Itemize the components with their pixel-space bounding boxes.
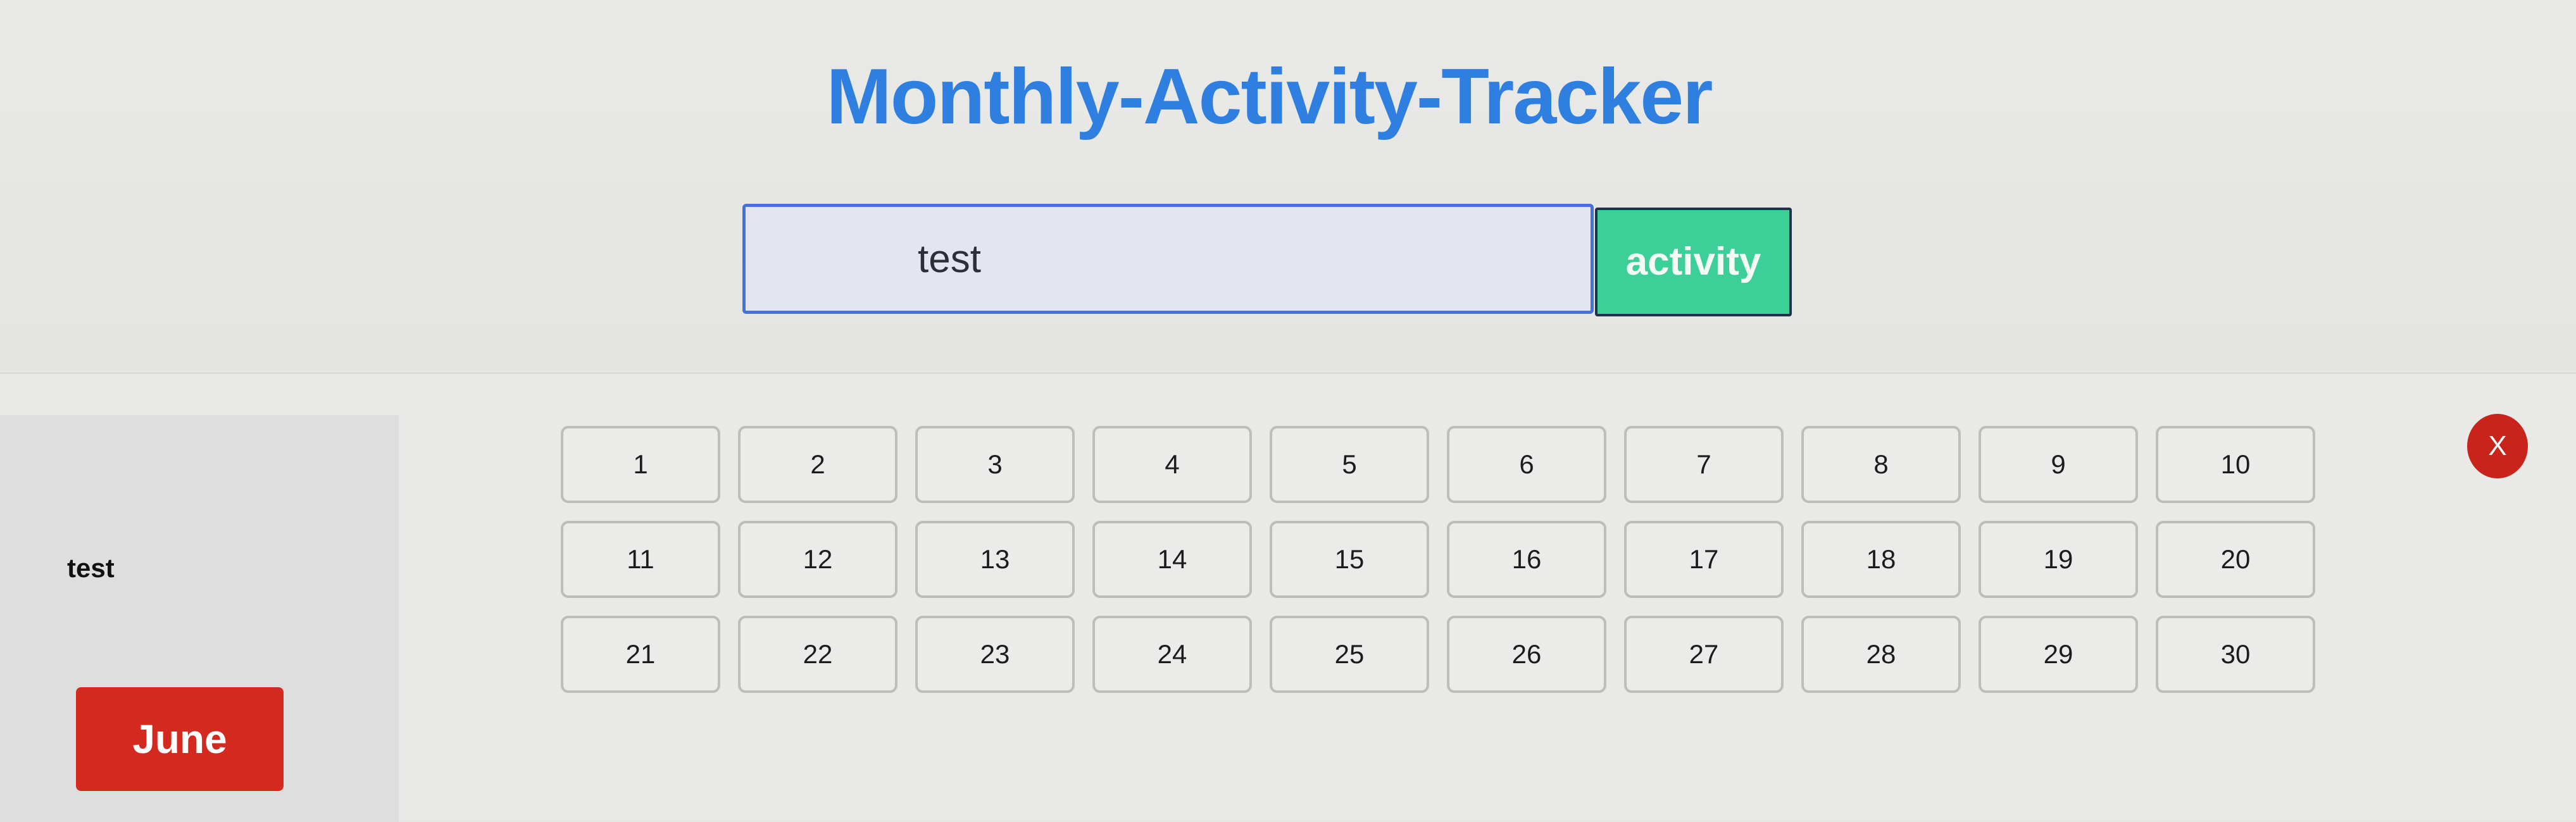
day-cell[interactable]: 9 (1979, 426, 2138, 503)
day-cell[interactable]: 17 (1624, 521, 1784, 598)
activity-name: test (67, 553, 115, 583)
month-button[interactable]: June (76, 687, 284, 791)
day-cell[interactable]: 30 (2156, 616, 2315, 693)
day-cell[interactable]: 4 (1092, 426, 1252, 503)
day-cell[interactable]: 18 (1801, 521, 1961, 598)
day-cell[interactable]: 2 (738, 426, 897, 503)
activity-sidebar: test June (0, 415, 399, 822)
day-cell[interactable]: 21 (561, 616, 720, 693)
day-cell[interactable]: 6 (1447, 426, 1606, 503)
header: Monthly-Activity-Tracker activity (0, 0, 2576, 370)
day-cell[interactable]: 11 (561, 521, 720, 598)
day-cell[interactable]: 5 (1270, 426, 1429, 503)
day-cell[interactable]: 8 (1801, 426, 1961, 503)
day-cell[interactable]: 7 (1624, 426, 1784, 503)
day-cell[interactable]: 12 (738, 521, 897, 598)
day-cell[interactable]: 20 (2156, 521, 2315, 598)
day-cell[interactable]: 29 (1979, 616, 2138, 693)
day-cell[interactable]: 13 (915, 521, 1075, 598)
day-cell[interactable]: 14 (1092, 521, 1252, 598)
day-cell[interactable]: 22 (738, 616, 897, 693)
page-title: Monthly-Activity-Tracker (826, 53, 1713, 140)
day-cell[interactable]: 3 (915, 426, 1075, 503)
day-cell[interactable]: 19 (1979, 521, 2138, 598)
day-cell[interactable]: 23 (915, 616, 1075, 693)
day-cell[interactable]: 25 (1270, 616, 1429, 693)
close-button[interactable]: X (2467, 414, 2528, 478)
day-cell[interactable]: 28 (1801, 616, 1961, 693)
day-cell[interactable]: 16 (1447, 521, 1606, 598)
day-cell[interactable]: 1 (561, 426, 720, 503)
day-grid: 1 2 3 4 5 6 7 8 9 10 11 12 13 14 15 16 1… (561, 426, 2315, 693)
day-cell[interactable]: 15 (1270, 521, 1429, 598)
activity-panel: test June 1 2 3 4 5 6 7 8 9 10 11 12 13 … (0, 372, 2576, 822)
day-cell[interactable]: 10 (2156, 426, 2315, 503)
add-activity-button[interactable]: activity (1595, 208, 1792, 316)
activity-input[interactable] (742, 204, 1594, 314)
day-cell[interactable]: 27 (1624, 616, 1784, 693)
day-cell[interactable]: 24 (1092, 616, 1252, 693)
day-cell[interactable]: 26 (1447, 616, 1606, 693)
